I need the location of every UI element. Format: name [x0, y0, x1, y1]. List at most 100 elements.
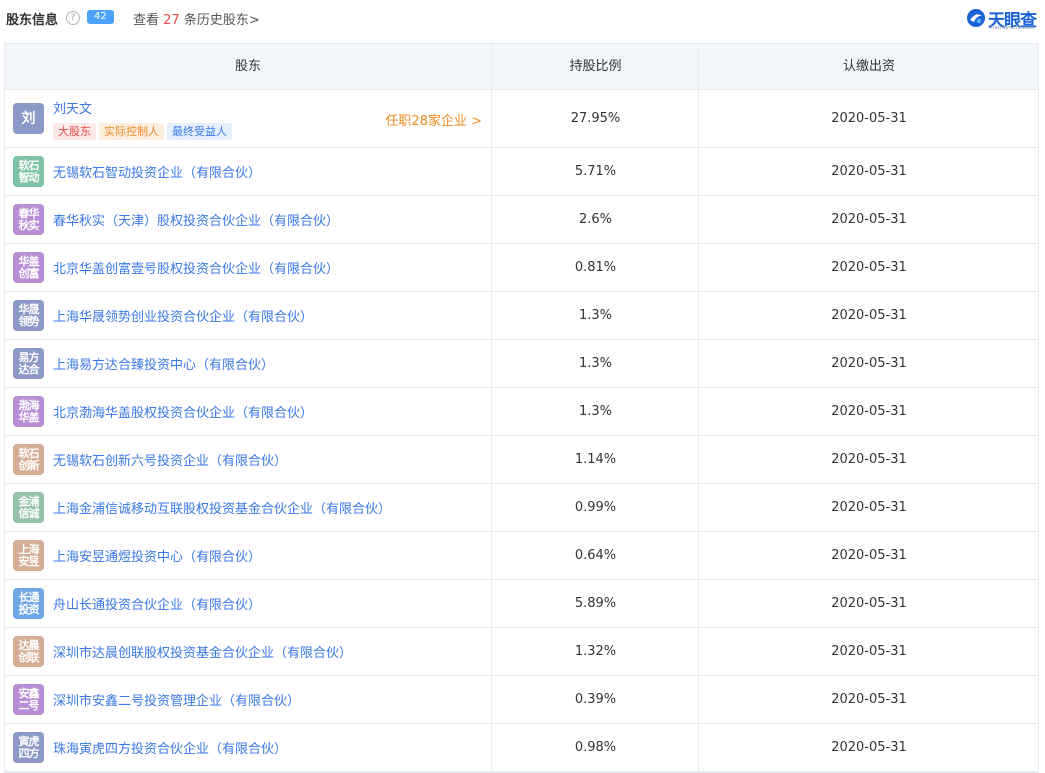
- date-cell: 2020-05-31: [698, 340, 1039, 387]
- table-row: 渤海 华盖 北京渤海华盖股权投资合伙企业（有限合伙） 1.3% 2020-05-31: [5, 388, 1038, 436]
- shareholder-cell: 长通 投资 舟山长通投资合伙企业（有限合伙）: [5, 580, 491, 627]
- date-cell: 2020-05-31: [698, 244, 1039, 291]
- positions-link[interactable]: 任职28家企业 >: [385, 110, 482, 129]
- ratio-cell: 0.81%: [491, 244, 699, 291]
- shareholder-name-link[interactable]: 无锡软石智动投资企业（有限合伙）: [53, 162, 261, 181]
- date-cell: 2020-05-31: [698, 676, 1039, 723]
- avatar: 华盖 创富: [13, 252, 44, 283]
- avatar: 软石 智动: [13, 156, 44, 187]
- table-body: 软石 智动 无锡软石智动投资企业（有限合伙） 5.71% 2020-05-31 春华 秋实春…: [5, 148, 1038, 772]
- avatar: 长通 投资: [13, 588, 44, 619]
- shareholder-cell: 华晟 领势 上海华晟领势创业投资合伙企业（有限合伙）: [5, 292, 491, 339]
- shareholder-cell: 安鑫 二号 深圳市安鑫二号投资管理企业（有限合伙）: [5, 676, 491, 723]
- avatar: 华晟 领势: [13, 300, 44, 331]
- table-row: 华盖 创富 北京华盖创富壹号股权投资合伙企业（有限合伙） 0.81% 2020-05-3…: [5, 244, 1038, 292]
- ratio-cell: 1.32%: [491, 628, 699, 675]
- column-header-ratio: 持股比例: [491, 44, 699, 89]
- logo-subtext: TianYanCha.com: [990, 25, 1034, 31]
- ratio-cell: 0.64%: [491, 532, 699, 579]
- table-row: 华晟 领势 上海华晟领势创业投资合伙企业（有限合伙） 1.3% 2020-05-31: [5, 292, 1038, 340]
- ratio-cell: 1.14%: [491, 436, 699, 483]
- shareholder-name-link[interactable]: 深圳市安鑫二号投资管理企业（有限合伙）: [53, 690, 300, 709]
- column-header-subscribed: 认缴出资: [698, 44, 1039, 89]
- shareholder-name-link[interactable]: 上海易方达合臻投资中心（有限合伙）: [53, 354, 274, 373]
- ratio-cell: 0.39%: [491, 676, 699, 723]
- date-cell: 2020-05-31: [698, 196, 1039, 243]
- shareholder-name-link[interactable]: 刘天文: [53, 98, 235, 117]
- table-row: 软石 智动 无锡软石智动投资企业（有限合伙） 5.71% 2020-05-31: [5, 148, 1038, 196]
- ratio-cell: 2.6%: [491, 196, 699, 243]
- shareholder-name-link[interactable]: 珠海寅虎四方投资合伙企业（有限合伙）: [53, 738, 287, 757]
- date-cell: 2020-05-31: [698, 628, 1039, 675]
- avatar: 春华 秋实: [13, 204, 44, 235]
- avatar: 易方 达合: [13, 348, 44, 379]
- avatar: 安鑫 二号: [13, 684, 44, 715]
- table-row: 安鑫 二号 深圳市安鑫二号投资管理企业（有限合伙） 0.39% 2020-05-31: [5, 676, 1038, 724]
- tianyancha-logo: 天眼查 TianYanCha.com: [966, 6, 1040, 32]
- column-header-shareholder: 股东: [234, 59, 261, 74]
- ratio-cell: 0.98%: [491, 724, 699, 771]
- avatar: 渤海 华盖: [13, 396, 44, 427]
- history-suffix: 条历史股东: [183, 13, 249, 28]
- avatar: 金浦 信诚: [13, 492, 44, 523]
- shareholder-name-link[interactable]: 北京渤海华盖股权投资合伙企业（有限合伙）: [53, 402, 313, 421]
- shareholder-cell: 软石 创新 无锡软石创新六号投资企业（有限合伙）: [5, 436, 491, 483]
- ratio-cell: 5.89%: [491, 580, 699, 627]
- shareholder-name-link[interactable]: 无锡软石创新六号投资企业（有限合伙）: [53, 450, 287, 469]
- ratio-cell: 0.99%: [491, 484, 699, 531]
- shareholder-name-link[interactable]: 上海安昱通煜投资中心（有限合伙）: [53, 546, 261, 565]
- shareholder-cell: 渤海 华盖 北京渤海华盖股权投资合伙企业（有限合伙）: [5, 388, 491, 435]
- avatar: 寅虎 四方: [13, 732, 44, 763]
- table-row: 金浦 信诚 上海金浦信诚移动互联股权投资基金合伙企业（有限合伙） 0.99% 2020-…: [5, 484, 1038, 532]
- shareholder-count-badge: 42: [87, 10, 114, 24]
- shareholder-name-link[interactable]: 上海金浦信诚移动互联股权投资基金合伙企业（有限合伙）: [53, 498, 391, 517]
- chevron-right-icon: >: [248, 13, 260, 28]
- shareholder-name-link[interactable]: 舟山长通投资合伙企业（有限合伙）: [53, 594, 261, 613]
- help-icon[interactable]: ?: [66, 11, 80, 25]
- table-row: 刘 刘天文 大股东 实际控制人 最终受益人 任职28家企业 > 27.95% 2…: [5, 90, 1038, 148]
- shareholder-name-link[interactable]: 深圳市达晨创联股权投资基金合伙企业（有限合伙）: [53, 642, 352, 661]
- shareholder-cell: 华盖 创富 北京华盖创富壹号股权投资合伙企业（有限合伙）: [5, 244, 491, 291]
- date-cell: 2020-05-31: [698, 724, 1039, 771]
- date-cell: 2020-05-31: [698, 436, 1039, 483]
- person-info: 刘天文 大股东 实际控制人 最终受益人: [53, 98, 235, 140]
- tag-actual-controller: 实际控制人: [99, 122, 164, 140]
- table-row: 达晨 创联 深圳市达晨创联股权投资基金合伙企业（有限合伙） 1.32% 2020-05-…: [5, 628, 1038, 676]
- table-row: 上海 安昱 上海安昱通煜投资中心（有限合伙） 0.64% 2020-05-31: [5, 532, 1038, 580]
- table-row: 软石 创新 无锡软石创新六号投资企业（有限合伙） 1.14% 2020-05-31: [5, 436, 1038, 484]
- shareholder-name-link[interactable]: 春华秋实（天津）股权投资合伙企业（有限合伙）: [53, 210, 339, 229]
- shareholder-cell: 刘 刘天文 大股东 实际控制人 最终受益人 任职28家企业 >: [5, 90, 491, 147]
- shareholder-cell: 达晨 创联 深圳市达晨创联股权投资基金合伙企业（有限合伙）: [5, 628, 491, 675]
- table-row: 春华 秋实 春华秋实（天津）股权投资合伙企业（有限合伙） 2.6% 2020-05-31: [5, 196, 1038, 244]
- date-cell: 2020-05-31: [698, 292, 1039, 339]
- section-header: 股东信息 ? 42 查看 27 条历史股东> 天眼查 TianYanCha.co…: [0, 0, 1045, 36]
- table-row: 长通 投资 舟山长通投资合伙企业（有限合伙） 5.89% 2020-05-31: [5, 580, 1038, 628]
- shareholder-cell: 寅虎 四方 珠海寅虎四方投资合伙企业（有限合伙）: [5, 724, 491, 771]
- date-cell: 2020-05-31: [698, 484, 1039, 531]
- avatar: 上海 安昱: [13, 540, 44, 571]
- shareholder-name-link[interactable]: 北京华盖创富壹号股权投资合伙企业（有限合伙）: [53, 258, 339, 277]
- date-cell: 2020-05-31: [698, 148, 1039, 195]
- section-title: 股东信息: [6, 13, 59, 28]
- history-count: 27: [163, 13, 180, 28]
- avatar: 达晨 创联: [13, 636, 44, 667]
- shareholder-name-link[interactable]: 上海华晟领势创业投资合伙企业（有限合伙）: [53, 306, 313, 325]
- ratio-cell: 1.3%: [491, 292, 699, 339]
- ratio-cell: 27.95%: [491, 90, 699, 147]
- ratio-cell: 1.3%: [491, 340, 699, 387]
- logo-mark-icon: [967, 9, 985, 27]
- shareholder-cell: 金浦 信诚 上海金浦信诚移动互联股权投资基金合伙企业（有限合伙）: [5, 484, 491, 531]
- ratio-cell: 1.3%: [491, 388, 699, 435]
- history-prefix: 查看: [133, 13, 160, 28]
- shareholder-cell: 春华 秋实 春华秋实（天津）股权投资合伙企业（有限合伙）: [5, 196, 491, 243]
- date-cell: 2020-05-31: [698, 580, 1039, 627]
- tag-major-shareholder: 大股东: [53, 122, 96, 140]
- date-cell: 2020-05-31: [698, 90, 1039, 147]
- avatar: 刘: [13, 103, 44, 134]
- shareholder-cell: 上海 安昱 上海安昱通煜投资中心（有限合伙）: [5, 532, 491, 579]
- tag-ultimate-beneficiary: 最终受益人: [167, 122, 232, 140]
- history-shareholders-link[interactable]: 查看 27 条历史股东>: [133, 9, 260, 28]
- date-cell: 2020-05-31: [698, 388, 1039, 435]
- table-row: 易方 达合 上海易方达合臻投资中心（有限合伙） 1.3% 2020-05-31: [5, 340, 1038, 388]
- tag-list: 大股东 实际控制人 最终受益人: [53, 122, 235, 140]
